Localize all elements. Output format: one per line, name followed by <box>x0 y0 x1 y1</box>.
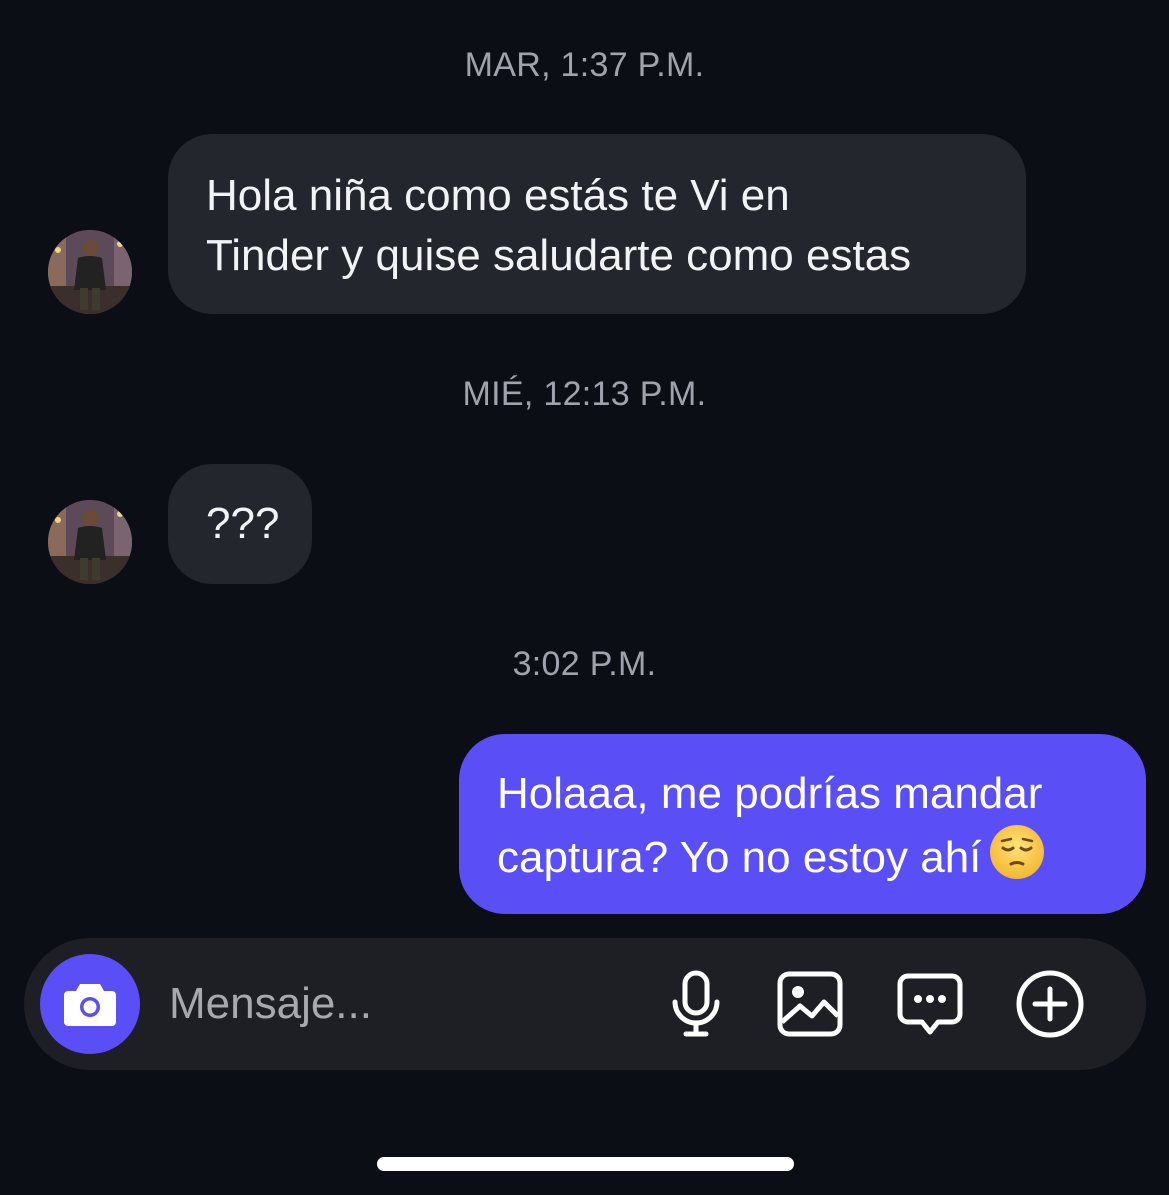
chat-screen: MAR, 1:37 P.M. Hola niña como estás te V… <box>0 0 1169 1195</box>
message-composer <box>24 938 1146 1070</box>
camera-button[interactable] <box>40 954 140 1054</box>
message-text: captura? Yo no estoy ahí <box>497 833 982 882</box>
message-text: ??? <box>206 499 280 548</box>
timestamp: 3:02 P.M. <box>512 645 657 683</box>
microphone-button[interactable] <box>656 964 736 1044</box>
message-text: Holaaa, me podrías mandar <box>497 769 1043 818</box>
gallery-button[interactable] <box>770 964 850 1044</box>
add-button[interactable] <box>1010 964 1090 1044</box>
avatar[interactable] <box>48 230 132 314</box>
chat-bubble-icon <box>897 973 963 1035</box>
pensive-face-icon <box>989 824 1045 896</box>
chat-options-button[interactable] <box>890 964 970 1044</box>
outgoing-message[interactable]: Holaaa, me podrías mandar captura? Yo no… <box>459 734 1146 914</box>
message-input[interactable] <box>169 968 629 1040</box>
home-indicator <box>377 1157 794 1171</box>
plus-circle-icon <box>1016 970 1084 1038</box>
message-text: Tinder y quise saludarte como estas <box>206 231 912 280</box>
incoming-message[interactable]: Hola niña como estás te Vi en Tinder y q… <box>168 134 1026 314</box>
profile-photo-icon <box>48 500 132 584</box>
profile-photo-icon <box>48 230 132 314</box>
timestamp: MIÉ, 12:13 P.M. <box>462 375 707 413</box>
image-icon <box>777 971 843 1037</box>
avatar[interactable] <box>48 500 132 584</box>
microphone-icon <box>672 970 720 1037</box>
incoming-message[interactable]: ??? <box>168 464 312 584</box>
message-text: Hola niña como estás te Vi en <box>206 171 790 220</box>
camera-icon <box>64 984 116 1026</box>
timestamp: MAR, 1:37 P.M. <box>464 46 705 84</box>
